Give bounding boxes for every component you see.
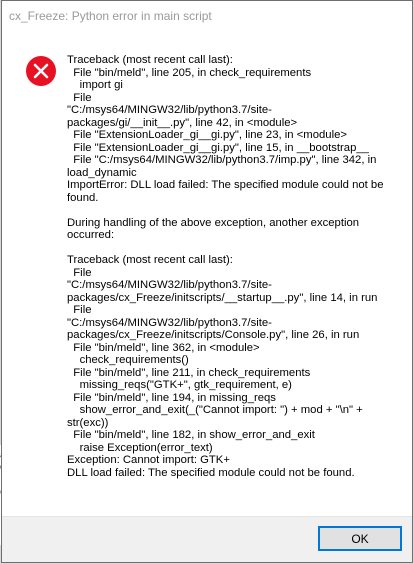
dialog-footer: OK	[2, 516, 412, 562]
window-title: cx_Freeze: Python error in main script	[9, 9, 212, 23]
error-icon	[26, 56, 56, 86]
error-dialog: cx_Freeze: Python error in main script T…	[1, 0, 413, 563]
dialog-content: Traceback (most recent call last): File …	[2, 32, 412, 518]
ok-button[interactable]: OK	[318, 526, 402, 551]
title-bar[interactable]: cx_Freeze: Python error in main script	[2, 1, 412, 32]
error-message: Traceback (most recent call last): File …	[67, 54, 384, 479]
